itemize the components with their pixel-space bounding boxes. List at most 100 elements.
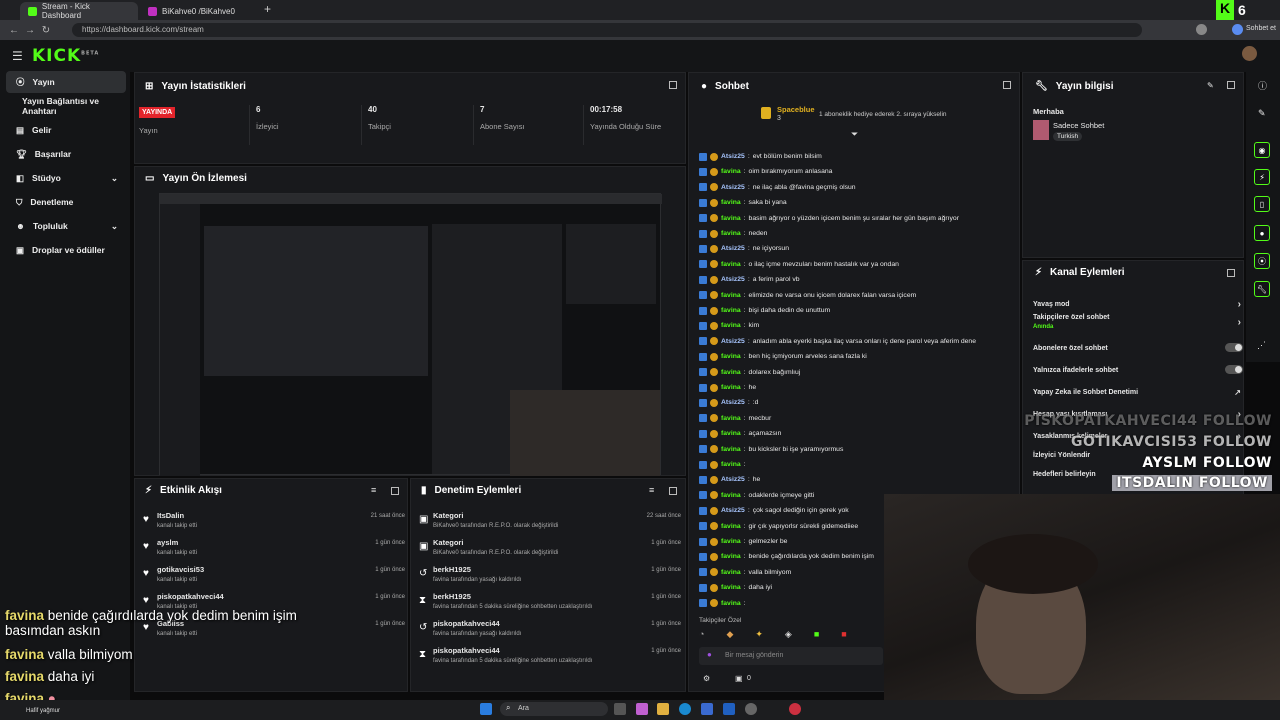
action-emotes-only[interactable]: Yalnızca ifadelerle sohbet [1033,361,1243,379]
chat-username[interactable]: favina [721,430,741,437]
chat-username[interactable]: Atsiz25 [721,153,745,160]
chat-username[interactable]: favina [721,461,741,468]
emoji-picker-icon[interactable]: ● [707,650,712,659]
language-tag[interactable]: Turkish [1053,132,1083,141]
expand-icon[interactable] [669,81,677,89]
rail-button[interactable]: ⦿ [1254,253,1270,269]
rail-button[interactable]: ◉ [1254,142,1270,158]
chat-username[interactable]: favina [721,523,741,530]
mail-icon[interactable] [723,703,735,715]
new-tab-icon[interactable]: + [264,2,271,16]
chat-input-box[interactable]: ● Bir mesaj gönderin [699,647,883,665]
action-ai-moderation[interactable]: Yapay Zeka ile Sohbet Denetimi ↗ [1033,383,1243,401]
reload-icon[interactable]: ↻ [38,25,54,36]
expand-icon[interactable] [1003,81,1011,89]
chat-username[interactable]: Atsiz25 [721,399,745,406]
action-slow-mode[interactable]: Yavaş mod › [1033,295,1243,313]
chat-username[interactable]: favina [721,353,741,360]
sidebar-item-denetleme[interactable]: ⛉ Denetleme [6,191,126,213]
chat-username[interactable]: favina [721,307,741,314]
chat-username[interactable]: favina [721,261,741,268]
rail-button[interactable]: 🔧︎ [1254,281,1270,297]
emote-bar[interactable]: ◔ ◆ ✦ ◈ ■ ■ [699,629,889,643]
chat-username[interactable]: favina [721,199,741,206]
forward-icon[interactable]: → [22,25,38,36]
chat-username[interactable]: Atsiz25 [721,476,745,483]
chat-username[interactable]: favina [721,492,741,499]
chat-username[interactable]: favina [721,168,741,175]
menu-icon[interactable]: ☰ [12,49,23,63]
profile-avatar-icon[interactable] [1196,24,1207,35]
emote-icon[interactable]: ■ [814,629,819,643]
chat-username[interactable]: favina [721,600,741,607]
expand-icon[interactable] [1227,269,1235,277]
chat-username[interactable]: favina [721,230,741,237]
toggle-switch[interactable] [1225,343,1243,352]
taskbar-search[interactable]: ⌕ Ara [500,702,608,716]
chat-username[interactable]: favina [721,384,741,391]
chat-username[interactable]: Atsiz25 [721,276,745,283]
chat-username[interactable]: favina [721,292,741,299]
chat-username[interactable]: Atsiz25 [721,338,745,345]
sohbet-et-button[interactable]: Sohbet et [1246,25,1276,32]
chat-username[interactable]: favina [721,369,741,376]
pin-arrow-icon[interactable]: ⏷ [851,129,858,140]
chat-username[interactable]: favina [721,538,741,545]
expand-icon[interactable] [1227,81,1235,89]
chat-username[interactable]: favina [721,446,741,453]
sidebar-item-gelir[interactable]: ▤ Gelir [6,119,126,141]
sidebar-item-topluluk[interactable]: ☻ Topluluk ⌄ [6,215,126,237]
start-icon[interactable] [480,703,492,715]
file-explorer-icon[interactable] [657,703,669,715]
chat-username[interactable]: Atsiz25 [721,507,745,514]
emote-icon[interactable]: ◈ [785,629,792,643]
chat-username[interactable]: favina [721,569,741,576]
user-avatar[interactable] [1242,46,1257,61]
chat-username[interactable]: favina [721,215,741,222]
share-icon[interactable]: ⋰ [1257,340,1266,351]
emote-icon[interactable]: ◔ [699,629,704,643]
chat-settings-icon[interactable]: ⚙︎ [703,674,710,683]
emote-icon[interactable]: ✦ [755,629,763,643]
rail-button[interactable]: ⚡︎ [1254,169,1270,185]
action-subscribers-only[interactable]: Abonelere özel sohbet [1033,339,1243,357]
gift-icon[interactable]: ▣ [735,674,743,683]
filter-icon[interactable]: ≡ [649,485,654,495]
tab-bikahve[interactable]: BiKahve0 /BiKahve0 [140,2,258,20]
url-field[interactable]: https://dashboard.kick.com/stream [72,23,1142,37]
filter-icon[interactable]: ≡ [371,485,376,495]
moderator-badge-icon [699,244,707,253]
pencil-icon[interactable]: ✎ [1258,108,1266,119]
expand-icon[interactable] [391,487,399,495]
tab-kick-dashboard[interactable]: Stream - Kick Dashboard [20,2,138,20]
action-followers-only[interactable]: Takipçilere özel sohbet Anında › [1033,314,1243,338]
store-icon[interactable] [701,703,713,715]
chat-username[interactable]: favina [721,553,741,560]
copilot-app-icon[interactable] [636,703,648,715]
preview-video[interactable] [159,193,662,476]
toggle-switch[interactable] [1225,365,1243,374]
sidebar-item-basarilar[interactable]: 🏆︎ Başarılar [6,143,126,165]
sidebar-item-studyo[interactable]: ◧ Stüdyo ⌄ [6,167,126,189]
chat-username[interactable]: Atsiz25 [721,245,745,252]
sidebar-item-droplar[interactable]: ▣ Droplar ve ödüller [6,239,126,261]
rail-button[interactable]: ● [1254,225,1270,241]
back-icon[interactable]: ← [6,25,22,36]
info-icon[interactable]: ⓘ [1258,79,1267,92]
obs-icon[interactable] [745,703,757,715]
emote-icon[interactable]: ◆ [726,629,733,643]
sidebar-item-yayin[interactable]: ⦿ Yayın [6,71,126,93]
chat-username[interactable]: favina [721,322,741,329]
edge-icon[interactable] [679,703,691,715]
app-icon[interactable] [789,703,801,715]
kick-logo[interactable]: KICKBETA [32,46,99,66]
task-view-icon[interactable] [614,703,626,715]
sidebar-item-stream-key[interactable]: Yayın Bağlantısı ve Anahtarı [6,95,126,117]
rail-button[interactable]: ▯ [1254,196,1270,212]
chat-username[interactable]: favina [721,415,741,422]
chat-username[interactable]: Atsiz25 [721,184,745,191]
expand-icon[interactable] [669,487,677,495]
emote-icon[interactable]: ■ [841,629,846,643]
chat-username[interactable]: favina [721,584,741,591]
edit-icon[interactable]: ✎ [1207,81,1214,90]
